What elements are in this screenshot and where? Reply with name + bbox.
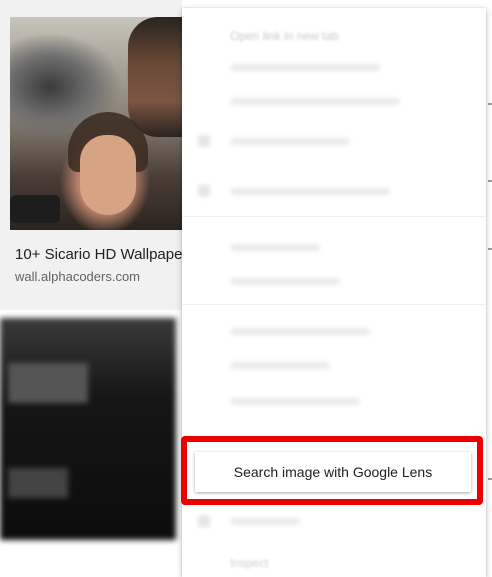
right-edge-partial-content	[486, 0, 492, 577]
menu-item-blurred[interactable]	[182, 230, 486, 264]
result-thumbnail-image[interactable]	[10, 17, 182, 230]
menu-item-placeholder	[230, 278, 340, 285]
menu-item-placeholder	[230, 98, 400, 105]
menu-item-icon	[198, 515, 210, 527]
menu-item-blurred[interactable]	[182, 50, 486, 84]
menu-item-placeholder	[230, 328, 370, 335]
thumbnail-figure-face	[80, 135, 136, 215]
search-result-card[interactable]: 10+ Sicario HD Wallpapers wall.alphacode…	[0, 0, 182, 310]
menu-item-blurred[interactable]	[182, 84, 486, 118]
menu-item-blurred[interactable]	[182, 124, 486, 158]
menu-item-open-new-tab[interactable]: Open link in new tab	[182, 14, 486, 48]
menu-item-placeholder	[230, 244, 320, 251]
menu-separator	[182, 216, 486, 217]
menu-item-placeholder	[230, 64, 380, 71]
result-title-link[interactable]: 10+ Sicario HD Wallpapers	[15, 246, 182, 263]
blurred-thumbnail-block	[8, 363, 88, 403]
menu-item-placeholder	[230, 138, 350, 145]
menu-item-blurred[interactable]	[182, 264, 486, 298]
menu-item-blurred[interactable]	[182, 314, 486, 348]
menu-item-inspect[interactable]: Inspect	[230, 556, 269, 570]
menu-item-blurred[interactable]	[182, 504, 486, 538]
menu-item-placeholder	[230, 398, 360, 405]
menu-item-placeholder	[230, 362, 330, 369]
menu-item-blurred[interactable]	[182, 348, 486, 382]
menu-item-icon	[198, 135, 210, 147]
menu-separator	[182, 304, 486, 305]
blurred-result-thumbnail[interactable]	[0, 318, 176, 540]
thumbnail-figure-man	[128, 17, 182, 137]
menu-item-blurred[interactable]	[182, 384, 486, 418]
blurred-thumbnail-block	[8, 468, 68, 498]
thumbnail-figure-gun	[10, 195, 60, 223]
result-source-domain: wall.alphacoders.com	[15, 269, 141, 284]
menu-item-placeholder	[230, 188, 390, 195]
menu-item-icon	[198, 185, 210, 197]
menu-item-label: Open link in new tab	[230, 29, 339, 43]
menu-item-search-image-with-google-lens[interactable]: Search image with Google Lens	[195, 452, 471, 492]
menu-item-blurred[interactable]	[182, 174, 486, 208]
menu-item-placeholder	[230, 518, 300, 525]
